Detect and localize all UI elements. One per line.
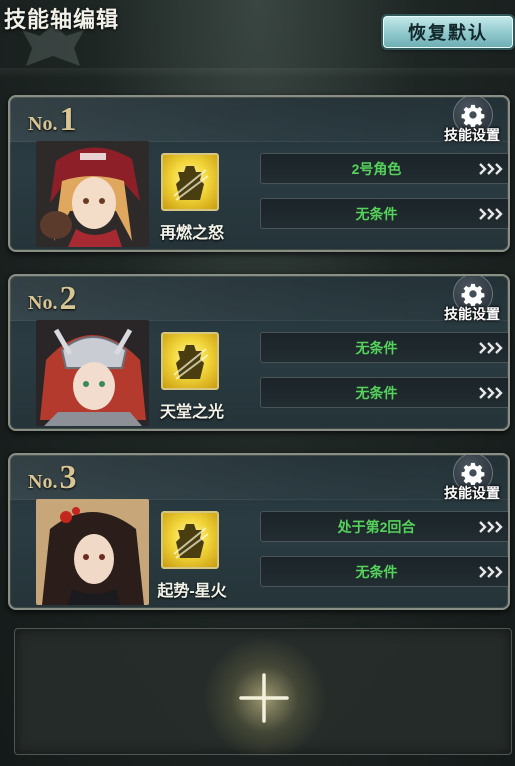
skill-name: 再燃之怒: [159, 225, 224, 242]
condition-label: 无条件: [355, 205, 398, 222]
triple-chevron-right-icon: [474, 386, 508, 400]
card-number-value: 1: [59, 101, 77, 138]
skill-settings-label: 技能设置: [444, 485, 500, 501]
skill-icon[interactable]: [161, 511, 219, 569]
skill-settings-button[interactable]: 技能设置: [436, 276, 508, 326]
reset-default-button[interactable]: 恢复默认: [383, 16, 513, 48]
card-number-prefix: No.: [28, 113, 58, 135]
skill-card-2: No.2 技能设置 天堂之光 无条件 无条件: [8, 274, 510, 431]
skill-emblem-icon: [173, 345, 209, 380]
condition-label: 无条件: [355, 563, 398, 580]
character-portrait[interactable]: [36, 499, 149, 605]
condition-button-2[interactable]: 无条件: [260, 377, 508, 408]
condition-label: 无条件: [355, 384, 398, 401]
triple-chevron-right-icon: [474, 162, 508, 176]
triple-chevron-right-icon: [474, 565, 508, 579]
header-divider: [0, 68, 515, 78]
skill-icon[interactable]: [161, 332, 219, 390]
card-number-prefix: No.: [28, 471, 58, 493]
condition-button-1[interactable]: 2号角色: [260, 153, 508, 184]
condition-button-2[interactable]: 无条件: [260, 198, 508, 229]
skill-icon[interactable]: [161, 153, 219, 211]
condition-label: 2号角色: [351, 160, 402, 177]
card-number: No.2: [28, 280, 76, 318]
skill-emblem-icon: [173, 524, 209, 559]
card-number-prefix: No.: [28, 292, 58, 314]
skill-settings-button[interactable]: 技能设置: [436, 97, 508, 147]
skill-settings-button[interactable]: 技能设置: [436, 455, 508, 505]
skill-card-3: No.3 技能设置 起势-星火 处于第2回合 无条件: [8, 453, 510, 610]
triple-chevron-right-icon: [474, 207, 508, 221]
card-number-value: 3: [59, 459, 77, 496]
card-number: No.1: [28, 101, 76, 139]
triple-chevron-right-icon: [474, 341, 508, 355]
condition-label: 处于第2回合: [337, 518, 416, 535]
page-title: 技能轴编辑: [4, 7, 120, 32]
skill-emblem-icon: [173, 166, 209, 201]
condition-button-1[interactable]: 无条件: [260, 332, 508, 363]
character-portrait[interactable]: [36, 320, 149, 426]
triple-chevron-right-icon: [474, 520, 508, 534]
card-number: No.3: [28, 459, 76, 497]
skill-settings-label: 技能设置: [444, 306, 500, 322]
condition-label: 无条件: [355, 339, 398, 356]
add-skill-slot-button[interactable]: [14, 628, 512, 756]
plus-icon: [239, 673, 289, 723]
skill-settings-label: 技能设置: [444, 127, 500, 143]
condition-button-1[interactable]: 处于第2回合: [260, 511, 508, 542]
skill-card-1: No.1 技能设置 再燃之怒 2号角色 无条件: [8, 95, 510, 252]
skill-name: 起势-星火: [157, 583, 227, 600]
card-number-value: 2: [59, 280, 77, 317]
character-portrait[interactable]: [36, 141, 149, 247]
condition-button-2[interactable]: 无条件: [260, 556, 508, 587]
skill-name: 天堂之光: [159, 404, 224, 421]
